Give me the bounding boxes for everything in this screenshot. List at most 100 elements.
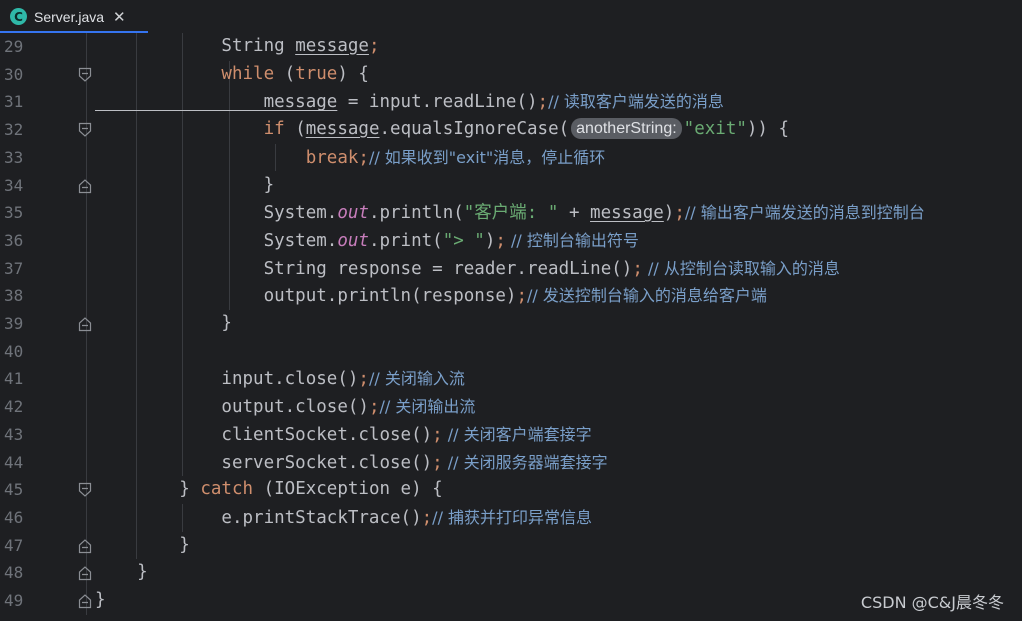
code-token: String [95,36,296,56]
watermark: CSDN @C&J晨冬冬 [860,593,1004,612]
fold-close-icon[interactable] [78,178,92,194]
close-icon[interactable]: ✕ [113,8,126,26]
line-number: 42 [4,397,24,417]
code-token: ; [516,286,527,307]
code-token: ; [432,452,443,473]
code-line[interactable]: 39 } [0,310,1022,338]
code-line[interactable]: 33 break;// 如果收到"exit"消息，停止循环 [0,144,1022,172]
code-text[interactable]: while (true) { [95,61,369,89]
code-text[interactable]: clientSocket.close(); // 关闭客户端套接字 [95,421,592,450]
code-token: message [95,92,338,113]
code-token: .print( [368,230,443,251]
code-text[interactable]: String response = reader.readLine(); // … [95,255,840,284]
line-number: 30 [4,64,24,84]
line-number: 39 [4,314,24,333]
editor-tab-bar: C Server.java ✕ [0,0,1022,34]
line-number: 37 [4,258,24,278]
code-token: input.close() [95,369,359,390]
code-line[interactable]: 47 } [0,532,1022,560]
code-text[interactable]: message = input.readLine();// 读取客户端发送的消息 [95,88,724,117]
tab-server-java[interactable]: C Server.java ✕ [0,0,148,34]
code-line[interactable]: 42 output.close();// 关闭输出流 [0,393,1022,421]
code-text[interactable]: System.out.println("客户端: " + message);//… [95,199,925,228]
code-text[interactable]: } catch (IOException e) { [95,476,443,504]
code-token: // 输出客户端发送的消息到控制台 [684,203,925,223]
code-token: clientSocket.close() [95,424,433,445]
fold-close-icon[interactable] [78,316,92,332]
code-line[interactable]: 48 } [0,559,1022,587]
line-number: 29 [4,37,24,56]
code-token: "客户端: " [463,203,559,224]
fold-close-icon[interactable] [78,565,92,581]
fold-open-icon[interactable] [78,482,92,498]
code-line[interactable]: 29 String message; [0,33,1022,61]
code-line[interactable]: 38 output.println(response);// 发送控制台输入的消… [0,282,1022,310]
fold-close-icon[interactable] [78,593,92,609]
code-token: ; [421,507,433,528]
code-text[interactable]: e.printStackTrace();// 捕获并打印异常信息 [95,504,592,533]
code-line[interactable]: 36 System.out.print("> "); // 控制台输出符号 [0,227,1022,255]
code-line[interactable]: 43 clientSocket.close(); // 关闭客户端套接字 [0,421,1022,449]
code-token: } [95,479,201,500]
code-token: true [295,63,338,84]
fold-open-icon[interactable] [78,67,92,83]
code-token: message [295,36,369,56]
code-token: // 关闭客户端套接字 [442,424,592,444]
code-text[interactable]: String message; [95,33,379,61]
code-line[interactable]: 46 e.printStackTrace();// 捕获并打印异常信息 [0,504,1022,532]
line-number: 36 [4,230,24,250]
code-token: message [590,203,664,224]
code-token: ( [274,63,296,84]
code-token: out [337,230,369,251]
parameter-hint: anotherString: [571,118,682,140]
code-token: } [95,534,190,555]
fold-open-icon[interactable] [78,122,92,138]
code-token: catch [200,479,254,500]
code-token: ; [358,369,369,390]
code-line[interactable]: 45 } catch (IOException e) { [0,476,1022,504]
line-number: 31 [4,92,24,112]
code-text[interactable]: } [95,559,148,587]
line-number: 41 [4,369,24,389]
code-line[interactable]: 35 System.out.println("客户端: " + message)… [0,199,1022,227]
code-line[interactable]: 30 while (true) { [0,61,1022,89]
code-token: out [337,203,369,224]
line-number: 46 [4,507,24,527]
fold-close-icon[interactable] [78,538,92,554]
code-text[interactable]: } [95,587,106,615]
code-token: (IOException e) { [253,479,443,500]
code-line[interactable]: 40 [0,338,1022,366]
code-token: ; [432,424,443,445]
code-line[interactable]: 34 } [0,172,1022,200]
code-text[interactable]: if (message.equalsIgnoreCase(anotherStri… [95,116,789,144]
code-line[interactable]: 41 input.close();// 关闭输入流 [0,365,1022,393]
code-token: "exit" [683,119,747,140]
code-text[interactable]: input.close();// 关闭输入流 [95,365,464,394]
code-line[interactable]: 31 message = input.readLine();// 读取客户端发送… [0,88,1022,116]
code-text[interactable]: output.close();// 关闭输出流 [95,393,475,422]
code-token: System. [95,230,338,251]
code-line[interactable]: 44 serverSocket.close(); // 关闭服务器端套接字 [0,449,1022,477]
code-line[interactable]: 32 if (message.equalsIgnoreCase(anotherS… [0,116,1022,144]
code-token: } [95,562,148,583]
line-number: 38 [4,286,24,306]
code-text[interactable]: } [95,310,232,338]
line-number: 45 [4,480,24,500]
code-line[interactable]: 37 String response = reader.readLine(); … [0,255,1022,283]
line-number: 47 [4,535,24,555]
code-text[interactable]: System.out.print("> "); // 控制台输出符号 [95,227,639,256]
tab-label: Server.java [34,8,105,25]
code-token: // 控制台输出符号 [505,230,639,250]
code-text[interactable]: break;// 如果收到"exit"消息，停止循环 [95,144,606,173]
code-editor[interactable]: 29 String message; 30 while (true) {31 me… [0,33,1022,621]
line-number: 43 [4,424,24,444]
code-text[interactable]: serverSocket.close(); // 关闭服务器端套接字 [95,449,607,478]
code-text[interactable]: output.println(response);// 发送控制台输入的消息给客… [95,282,767,311]
code-text[interactable]: } [95,172,275,200]
code-token: System. [95,203,338,224]
code-token: ; [495,230,506,251]
code-text[interactable]: } [95,532,190,560]
code-token: String response = reader.readLine() [95,258,633,279]
line-number: 35 [4,203,24,223]
code-token: while [95,63,275,84]
